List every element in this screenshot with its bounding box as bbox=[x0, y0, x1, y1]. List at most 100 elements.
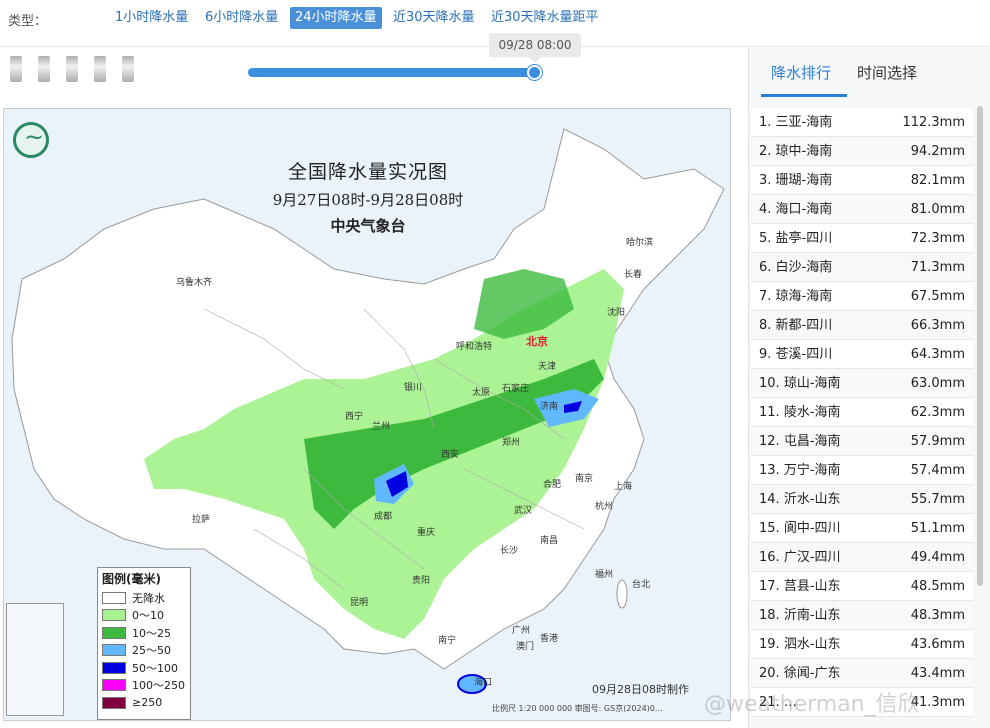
tab-30d-precip[interactable]: 近30天降水量 bbox=[388, 7, 480, 29]
map-issuer: 中央气象台 bbox=[330, 217, 406, 235]
ranking-number: 18. bbox=[759, 608, 780, 623]
time-slider-track[interactable] bbox=[248, 68, 538, 77]
city-label: 呼和浩特 bbox=[456, 342, 493, 352]
city-label: 长春 bbox=[624, 270, 643, 280]
time-tooltip: 09/28 08:00 bbox=[489, 33, 581, 63]
ranking-station: 琼山-海南 bbox=[783, 376, 841, 391]
time-slider-fill bbox=[248, 68, 538, 77]
ranking-value: 64.3mm bbox=[910, 347, 965, 362]
legend-title: 图例(毫米) bbox=[102, 572, 161, 586]
city-label: 上海 bbox=[614, 482, 633, 492]
ranking-label: 16. 广汉-四川 bbox=[759, 543, 841, 571]
ranking-row[interactable]: 5. 盐亭-四川 72.3mm bbox=[751, 224, 973, 253]
ranking-row[interactable]: 2. 琼中-海南 94.2mm bbox=[751, 137, 973, 166]
ranking-value: 51.1mm bbox=[910, 521, 965, 536]
precipitation-page: 类型： 1小时降水量 6小时降水量 24小时降水量 近30天降水量 近30天降水… bbox=[0, 0, 990, 728]
ranking-value: 94.2mm bbox=[910, 144, 965, 159]
ranking-row[interactable]: 3. 珊瑚-海南 82.1mm bbox=[751, 166, 973, 195]
ranking-value: 43.6mm bbox=[910, 637, 965, 652]
ranking-number: 19. bbox=[759, 637, 780, 652]
ranking-row[interactable]: 9. 苍溪-四川 64.3mm bbox=[751, 340, 973, 369]
ranking-number: 17. bbox=[759, 579, 780, 594]
city-label: 福州 bbox=[595, 570, 614, 580]
ranking-scrollbar[interactable] bbox=[977, 106, 983, 586]
ranking-row[interactable]: 19. 泗水-山东 43.6mm bbox=[751, 630, 973, 659]
legend-swatch bbox=[102, 609, 126, 622]
watermark-text: @weatherman_信欣 bbox=[704, 692, 920, 717]
ranking-row[interactable]: 8. 新都-四川 66.3mm bbox=[751, 311, 973, 340]
tab-30d-anomaly[interactable]: 近30天降水量距平 bbox=[486, 7, 604, 29]
ranking-row[interactable]: 18. 沂南-山东 48.3mm bbox=[751, 601, 973, 630]
city-label: 广州 bbox=[512, 626, 531, 636]
ranking-list: 1. 三亚-海南 112.3mm 2. 琼中-海南 94.2mm 3. 珊瑚-海南 82.… bbox=[751, 108, 973, 717]
legend-swatch bbox=[102, 591, 126, 604]
ranking-station: 白沙-海南 bbox=[775, 260, 833, 275]
ranking-label: 7. 琼海-海南 bbox=[759, 282, 832, 310]
legend-item: 0～10 bbox=[102, 607, 186, 625]
ranking-station: 新都-四川 bbox=[775, 318, 833, 333]
timeline-ticks bbox=[10, 56, 170, 86]
ranking-number: 8. bbox=[759, 318, 772, 333]
ranking-row[interactable]: 7. 琼海-海南 67.5mm bbox=[751, 282, 973, 311]
ranking-row[interactable]: 13. 万宁-海南 57.4mm bbox=[751, 456, 973, 485]
ranking-row[interactable]: 12. 屯昌-海南 57.9mm bbox=[751, 427, 973, 456]
ranking-value: 71.3mm bbox=[910, 260, 965, 275]
legend-swatch bbox=[102, 679, 126, 692]
city-label: 兰州 bbox=[372, 422, 391, 432]
ranking-row[interactable]: 1. 三亚-海南 112.3mm bbox=[751, 108, 973, 137]
tab-24h-precip[interactable]: 24小时降水量 bbox=[290, 7, 382, 29]
ranking-row[interactable]: 16. 广汉-四川 49.4mm bbox=[751, 543, 973, 572]
city-label: 重庆 bbox=[417, 528, 436, 538]
south-china-sea-inset bbox=[6, 603, 64, 716]
ranking-label: 12. 屯昌-海南 bbox=[759, 427, 841, 455]
ranking-label: 10. 琼山-海南 bbox=[759, 369, 841, 397]
city-label: 南昌 bbox=[540, 536, 559, 546]
ranking-row[interactable]: 17. 莒县-山东 48.5mm bbox=[751, 572, 973, 601]
time-slider-handle[interactable] bbox=[527, 65, 542, 80]
ranking-label: 3. 珊瑚-海南 bbox=[759, 166, 832, 194]
tab-time-select[interactable]: 时间选择 bbox=[857, 62, 917, 83]
ranking-number: 20. bbox=[759, 666, 780, 681]
ranking-row[interactable]: 11. 陵水-海南 62.3mm bbox=[751, 398, 973, 427]
city-label: 乌鲁木齐 bbox=[176, 278, 213, 288]
ranking-number: 4. bbox=[759, 202, 772, 217]
ranking-row[interactable]: 6. 白沙-海南 71.3mm bbox=[751, 253, 973, 282]
tab-6h-precip[interactable]: 6小时降水量 bbox=[200, 7, 283, 29]
ranking-value: 66.3mm bbox=[910, 318, 965, 333]
ranking-station: 珊瑚-海南 bbox=[775, 173, 833, 188]
city-label: 武汉 bbox=[514, 506, 533, 516]
ranking-number: 14. bbox=[759, 492, 780, 507]
ranking-number: 10. bbox=[759, 376, 780, 391]
city-label: 石家庄 bbox=[502, 384, 530, 394]
legend-swatch bbox=[102, 661, 126, 674]
city-label: 香港 bbox=[540, 634, 559, 644]
city-label: 太原 bbox=[472, 388, 491, 398]
ranking-value: 112.3mm bbox=[902, 115, 965, 130]
ranking-row[interactable]: 15. 阆中-四川 51.1mm bbox=[751, 514, 973, 543]
ranking-number: 1. bbox=[759, 115, 772, 130]
ranking-number: 12. bbox=[759, 434, 780, 449]
ranking-row[interactable]: 20. 徐闻-广东 43.4mm bbox=[751, 659, 973, 688]
ranking-station: 广汉-四川 bbox=[783, 550, 841, 565]
legend-item: 10～25 bbox=[102, 624, 186, 642]
ranking-number: 9. bbox=[759, 347, 772, 362]
ranking-station: 泗水-山东 bbox=[783, 637, 841, 652]
ranking-station: 海口-海南 bbox=[775, 202, 833, 217]
tab-1h-precip[interactable]: 1小时降水量 bbox=[110, 7, 193, 29]
city-label: 合肥 bbox=[543, 480, 562, 490]
cma-logo-icon bbox=[13, 122, 49, 158]
ranking-number: 11. bbox=[759, 405, 780, 420]
ranking-row[interactable]: 10. 琼山-海南 63.0mm bbox=[751, 369, 973, 398]
ranking-row[interactable]: 4. 海口-海南 81.0mm bbox=[751, 195, 973, 224]
city-label: 台北 bbox=[632, 580, 651, 590]
scale-info: 比例尺 1:20 000 000 审图号: GS京(2024)0… bbox=[492, 704, 663, 713]
legend-item: 100～250 bbox=[102, 677, 186, 695]
legend-item: 50～100 bbox=[102, 659, 186, 677]
ranking-station: 盐亭-四川 bbox=[775, 231, 833, 246]
ranking-row[interactable]: 14. 沂水-山东 55.7mm bbox=[751, 485, 973, 514]
ranking-label: 8. 新都-四川 bbox=[759, 311, 832, 339]
legend-swatch bbox=[102, 696, 126, 709]
ranking-value: 57.4mm bbox=[910, 463, 965, 478]
ranking-label: 2. 琼中-海南 bbox=[759, 137, 832, 165]
tab-precip-ranking[interactable]: 降水排行 bbox=[771, 62, 831, 83]
